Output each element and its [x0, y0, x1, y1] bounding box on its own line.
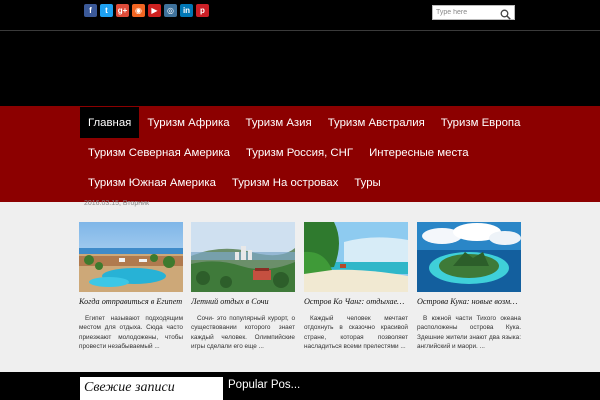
nav-item-islands[interactable]: Туризм На островах [224, 167, 346, 198]
post-excerpt: Египет называют подходящим местом для от… [79, 315, 183, 351]
nav-item-interesting[interactable]: Интересные места [361, 137, 477, 168]
youtube-icon[interactable]: ▶ [148, 4, 161, 17]
post-excerpt: В южной части Тихого океана расположены … [417, 315, 521, 351]
google-plus-icon[interactable]: g+ [116, 4, 129, 17]
main-nav: Главная Туризм Африка Туризм Азия Туризм… [0, 106, 600, 202]
social-icons: f t g+ ◉ ▶ ◎ in p [84, 4, 209, 17]
search-input[interactable] [433, 6, 502, 19]
nav-item-europe[interactable]: Туризм Европа [433, 107, 529, 138]
post-title[interactable]: Летний отдых в Сочи [191, 297, 295, 306]
post-thumbnail-egypt[interactable] [79, 222, 183, 292]
pinterest-icon[interactable]: p [196, 4, 209, 17]
rss-icon[interactable]: ◉ [132, 4, 145, 17]
popular-posts-title: Popular Pos... [228, 379, 301, 391]
post-excerpt: Каждый человек мечтает отдохнуть в сказо… [304, 315, 408, 351]
post-thumbnail-sochi[interactable] [191, 222, 295, 292]
recent-posts-title: Свежие записи [84, 380, 175, 395]
twitter-icon[interactable]: t [100, 4, 113, 17]
post-card: Остров Ко Чанг: отдыхаем вс... Каждый че… [304, 222, 408, 350]
nav-item-russia[interactable]: Туризм Россия, СНГ [238, 137, 361, 168]
instagram-icon[interactable]: ◎ [164, 4, 177, 17]
linkedin-icon[interactable]: in [180, 4, 193, 17]
post-thumbnail-cook-islands[interactable] [417, 222, 521, 292]
post-excerpt: Сочи- это популярный курорт, о существов… [191, 315, 295, 351]
nav-item-home[interactable]: Главная [80, 107, 140, 138]
search-icon[interactable] [500, 7, 511, 25]
nav-item-africa[interactable]: Туризм Африка [139, 107, 237, 138]
nav-item-south-america[interactable]: Туризм Южная Америка [80, 167, 224, 198]
nav-item-asia[interactable]: Туризм Азия [238, 107, 320, 138]
post-title[interactable]: Острова Кука: новые возмож... [417, 297, 521, 306]
search-box [432, 5, 515, 20]
facebook-icon[interactable]: f [84, 4, 97, 17]
post-card: Острова Кука: новые возмож... В южной ча… [417, 222, 521, 350]
post-card: Когда отправиться в Египет Египет называ… [79, 222, 183, 350]
post-thumbnail-ko-chang[interactable] [304, 222, 408, 292]
nav-item-tours[interactable]: Туры [346, 167, 388, 198]
nav-item-australia[interactable]: Туризм Австралия [320, 107, 433, 138]
post-card: Летний отдых в Сочи Сочи- это популярный… [191, 222, 295, 350]
post-title[interactable]: Остров Ко Чанг: отдыхаем вс... [304, 297, 408, 306]
post-title[interactable]: Когда отправиться в Египет [79, 297, 183, 306]
top-bar: f t g+ ◉ ▶ ◎ in p [0, 0, 600, 31]
current-date: 2016.03.15, Вторник [84, 200, 150, 207]
site-header [0, 31, 600, 106]
nav-item-north-america[interactable]: Туризм Северная Америка [80, 137, 238, 168]
